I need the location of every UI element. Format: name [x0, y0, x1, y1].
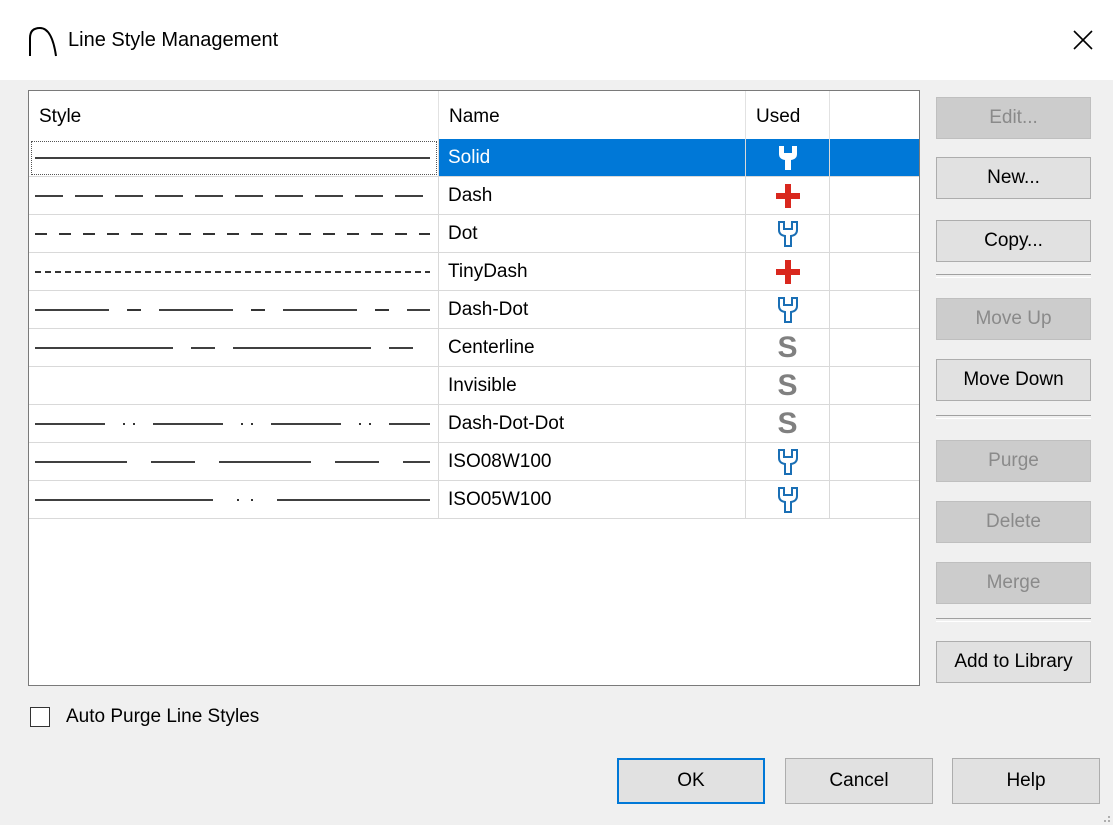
delete-button[interactable]: Delete: [936, 501, 1091, 543]
copy-button[interactable]: Copy...: [936, 220, 1091, 262]
arc-icon: [29, 26, 57, 57]
red-cross-icon: [775, 184, 800, 208]
table-row[interactable]: TinyDash: [29, 253, 919, 291]
close-button[interactable]: [1053, 16, 1113, 64]
used-indicator: [746, 253, 830, 291]
s-icon: S: [777, 331, 798, 364]
column-header-name[interactable]: Name: [439, 91, 746, 139]
line-style-name: Solid: [439, 139, 746, 177]
blank-cell: [830, 215, 919, 253]
line-style-name: Dash-Dot-Dot: [439, 405, 746, 443]
blank-cell: [830, 291, 919, 329]
column-header-used[interactable]: Used: [746, 91, 830, 139]
red-cross-icon: [775, 260, 800, 284]
line-pattern: [35, 157, 430, 159]
purge-button[interactable]: Purge: [936, 440, 1091, 482]
line-style-preview: [29, 291, 439, 329]
wrench-outline-icon: [777, 487, 798, 513]
wrench-outline-icon: [777, 221, 798, 247]
line-style-preview: [29, 139, 439, 177]
auto-purge-label[interactable]: Auto Purge Line Styles: [66, 706, 259, 728]
used-indicator: [746, 139, 830, 177]
s-icon: S: [777, 369, 798, 402]
line-pattern: [35, 423, 430, 425]
used-indicator: [746, 215, 830, 253]
line-style-preview: [29, 443, 439, 481]
blank-cell: [830, 443, 919, 481]
line-style-preview: [29, 367, 439, 405]
line-pattern: [35, 195, 423, 197]
line-style-preview: [29, 253, 439, 291]
line-style-name: TinyDash: [439, 253, 746, 291]
title-bar: Line Style Management: [0, 0, 1113, 80]
button-separator: [936, 618, 1091, 622]
table-row[interactable]: Centerline S: [29, 329, 919, 367]
line-style-name: Dash-Dot: [439, 291, 746, 329]
line-pattern: [35, 233, 430, 235]
wrench-outline-icon: [777, 297, 798, 323]
list-header: Style Name Used: [29, 91, 919, 139]
column-header-style[interactable]: Style: [29, 91, 439, 139]
used-indicator: [746, 443, 830, 481]
wrench-outline-icon: [777, 449, 798, 475]
resize-grip-icon[interactable]: [1099, 811, 1111, 823]
line-pattern: [35, 347, 413, 349]
line-style-name: ISO08W100: [439, 443, 746, 481]
table-row[interactable]: Dash-Dot-Dot S: [29, 405, 919, 443]
blank-cell: [830, 139, 919, 177]
move-up-button[interactable]: Move Up: [936, 298, 1091, 340]
button-separator: [936, 274, 1091, 278]
edit-button[interactable]: Edit...: [936, 97, 1091, 139]
used-indicator: [746, 177, 830, 215]
blank-cell: [830, 253, 919, 291]
button-separator: [936, 415, 1091, 419]
help-button[interactable]: Help: [952, 758, 1100, 804]
line-style-preview: [29, 177, 439, 215]
new-button[interactable]: New...: [936, 157, 1091, 199]
table-row[interactable]: Invisible S: [29, 367, 919, 405]
ok-button[interactable]: OK: [617, 758, 765, 804]
column-header-blank: [830, 91, 919, 139]
blank-cell: [830, 329, 919, 367]
merge-button[interactable]: Merge: [936, 562, 1091, 604]
line-style-preview: [29, 481, 439, 519]
line-style-preview: [29, 215, 439, 253]
line-style-preview: [29, 405, 439, 443]
blank-cell: [830, 405, 919, 443]
cancel-button[interactable]: Cancel: [785, 758, 933, 804]
blank-cell: [830, 177, 919, 215]
line-pattern: [35, 309, 430, 311]
table-row[interactable]: ISO05W100: [29, 481, 919, 519]
line-style-name: Centerline: [439, 329, 746, 367]
used-indicator: S: [746, 405, 830, 443]
auto-purge-checkbox[interactable]: [30, 707, 50, 727]
used-indicator: [746, 291, 830, 329]
add-to-library-button[interactable]: Add to Library: [936, 641, 1091, 683]
blank-cell: [830, 367, 919, 405]
blank-cell: [830, 481, 919, 519]
line-style-name: Dot: [439, 215, 746, 253]
close-icon: [1073, 30, 1093, 50]
window-title: Line Style Management: [68, 29, 279, 51]
table-row[interactable]: ISO08W100: [29, 443, 919, 481]
table-row[interactable]: Solid: [29, 139, 919, 177]
table-row[interactable]: Dash-Dot: [29, 291, 919, 329]
line-style-list[interactable]: Style Name Used Solid Dash Dot TinyDash Dash…: [28, 90, 920, 686]
line-style-name: ISO05W100: [439, 481, 746, 519]
table-row[interactable]: Dash: [29, 177, 919, 215]
used-indicator: S: [746, 367, 830, 405]
line-pattern: [35, 499, 430, 501]
table-row[interactable]: Dot: [29, 215, 919, 253]
used-indicator: [746, 481, 830, 519]
move-down-button[interactable]: Move Down: [936, 359, 1091, 401]
line-pattern: [35, 367, 430, 405]
line-pattern: [35, 271, 430, 273]
line-style-preview: [29, 329, 439, 367]
s-icon: S: [777, 407, 798, 440]
line-style-name: Dash: [439, 177, 746, 215]
line-pattern: [35, 461, 430, 463]
line-style-name: Invisible: [439, 367, 746, 405]
used-indicator: S: [746, 329, 830, 367]
wrench-filled-icon: [778, 146, 797, 170]
